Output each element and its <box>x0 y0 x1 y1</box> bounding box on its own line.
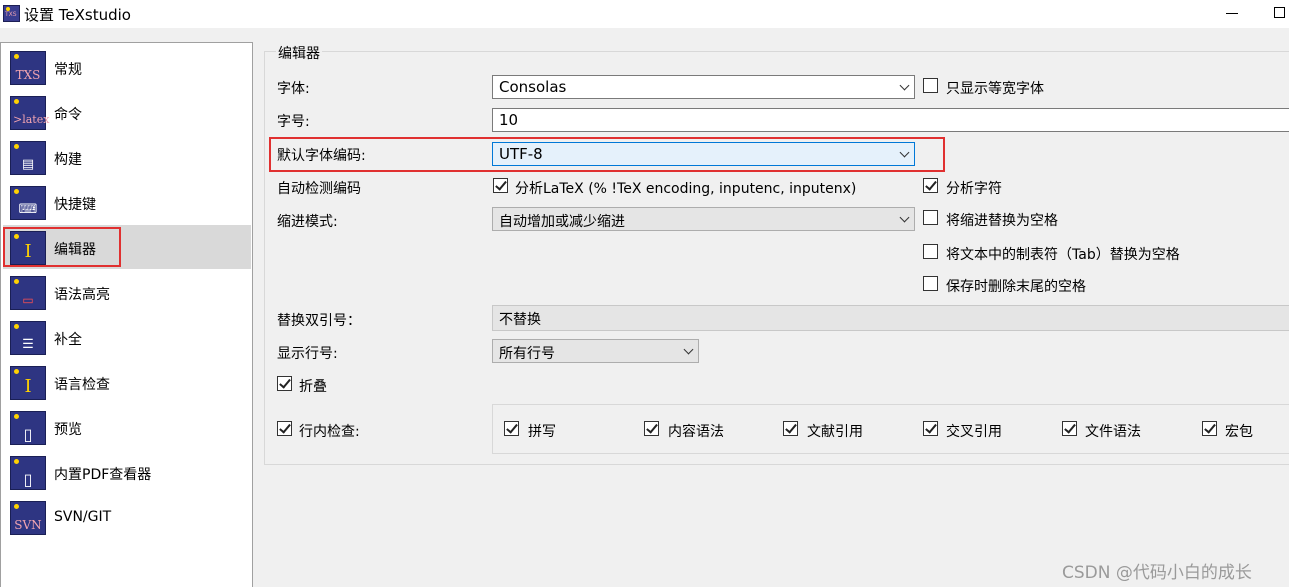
monospace-only-checkbox[interactable] <box>923 78 938 93</box>
svn-icon: SVN <box>10 501 46 535</box>
sidebar-item-commands[interactable]: >latex 命令 <box>3 90 251 134</box>
sidebar-item-label: 构建 <box>54 152 82 168</box>
sidebar-item-label: 内置PDF查看器 <box>54 467 152 483</box>
watermark-text: CSDN @代码小白的成长 <box>1062 563 1252 583</box>
title-bar: 设置 TeXstudio <box>0 0 1289 28</box>
completion-icon: ☰ <box>10 321 46 355</box>
inline-check-citation-checkbox[interactable] <box>783 421 798 436</box>
inline-check-label: 行内检查: <box>299 424 360 440</box>
sidebar-item-label: 预览 <box>54 422 82 438</box>
indent-to-space-checkbox[interactable] <box>923 210 938 225</box>
indent-to-space-label: 将缩进替换为空格 <box>946 213 1058 229</box>
language-check-icon: I <box>10 366 46 400</box>
minimize-button[interactable] <box>1226 13 1238 14</box>
pdf-viewer-icon: ▯ <box>10 456 46 490</box>
sidebar-item-label: 补全 <box>54 332 82 348</box>
show-line-numbers-value: 所有行号 <box>499 346 555 362</box>
inline-check-grammar-checkbox[interactable] <box>644 421 659 436</box>
font-select[interactable]: Consolas <box>492 75 915 99</box>
sidebar-item-label: 语法高亮 <box>54 287 110 303</box>
auto-detect-label: 自动检测编码 <box>277 181 361 197</box>
inline-check-checkbox[interactable] <box>277 421 292 436</box>
inline-check-syntax-checkbox[interactable] <box>1062 421 1077 436</box>
sidebar-item-svn-git[interactable]: SVN SVN/GIT <box>3 495 251 539</box>
analyze-latex-checkbox[interactable] <box>493 178 508 193</box>
inline-check-spelling-label: 拼写 <box>528 424 556 440</box>
replace-quotes-label: 替换双引号： <box>277 313 361 329</box>
analyze-chars-label: 分析字符 <box>946 181 1002 197</box>
inline-check-spelling-checkbox[interactable] <box>504 421 519 436</box>
latex-icon: >latex <box>10 96 49 130</box>
trim-trailing-label: 保存时删除末尾的空格 <box>946 279 1086 295</box>
font-label: 字体: <box>277 81 310 97</box>
keyboard-icon: ⌨ <box>10 186 46 220</box>
settings-category-list[interactable]: TXS 常规 >latex 命令 ▤ 构建 ⌨ 快捷键 I 编辑器 ▭ 语法高亮… <box>0 42 253 587</box>
tab-to-space-checkbox[interactable] <box>923 244 938 259</box>
sidebar-item-language-check[interactable]: I 语言检查 <box>3 360 251 404</box>
sidebar-item-build[interactable]: ▤ 构建 <box>3 135 251 179</box>
inline-check-options-box <box>492 404 1289 454</box>
sidebar-highlight-box <box>3 227 121 267</box>
font-size-label: 字号: <box>277 114 310 130</box>
tab-to-space-label: 将文本中的制表符（Tab）替换为空格 <box>946 247 1180 263</box>
font-select-value: Consolas <box>499 78 567 96</box>
inline-check-syntax-label: 文件语法 <box>1085 424 1141 440</box>
inline-check-grammar-label: 内容语法 <box>668 424 724 440</box>
sidebar-item-label: 快捷键 <box>54 197 96 213</box>
inline-check-package-label: 宏包 <box>1225 424 1253 440</box>
sidebar-item-preview[interactable]: ▯ 预览 <box>3 405 251 449</box>
indent-mode-label: 缩进模式: <box>277 214 338 230</box>
indent-mode-select[interactable]: 自动增加或减少缩进 <box>492 207 915 231</box>
inline-check-reference-checkbox[interactable] <box>923 421 938 436</box>
preview-icon: ▯ <box>10 411 46 445</box>
font-size-input[interactable]: 10 <box>492 108 1289 132</box>
chevron-down-icon <box>899 212 910 223</box>
texstudio-app-icon <box>3 5 20 22</box>
inline-check-package-checkbox[interactable] <box>1202 421 1217 436</box>
build-icon: ▤ <box>10 141 46 175</box>
chevron-down-icon <box>899 80 910 91</box>
sidebar-item-label: 常规 <box>54 62 82 78</box>
txs-icon: TXS <box>10 51 46 85</box>
sidebar-item-label: SVN/GIT <box>54 509 112 525</box>
encoding-highlight-box <box>269 137 945 172</box>
group-title: 编辑器 <box>276 43 322 63</box>
sidebar-item-pdf-viewer[interactable]: ▯ 内置PDF查看器 <box>3 450 251 494</box>
sidebar-item-label: 命令 <box>54 107 82 123</box>
sidebar-item-syntax-highlight[interactable]: ▭ 语法高亮 <box>3 270 251 314</box>
show-line-numbers-select[interactable]: 所有行号 <box>492 339 699 363</box>
sidebar-item-general[interactable]: TXS 常规 <box>3 45 251 89</box>
monospace-only-label: 只显示等宽字体 <box>946 81 1044 97</box>
folding-checkbox[interactable] <box>277 376 292 391</box>
indent-mode-value: 自动增加或减少缩进 <box>499 214 625 230</box>
show-line-numbers-label: 显示行号: <box>277 346 338 362</box>
sidebar-item-shortcuts[interactable]: ⌨ 快捷键 <box>3 180 251 224</box>
folding-label: 折叠 <box>299 379 327 395</box>
syntax-highlight-icon: ▭ <box>10 276 46 310</box>
analyze-chars-checkbox[interactable] <box>923 178 938 193</box>
window-title: 设置 TeXstudio <box>24 6 131 24</box>
sidebar-item-label: 语言检查 <box>54 377 110 393</box>
sidebar-item-completion[interactable]: ☰ 补全 <box>3 315 251 359</box>
analyze-latex-label: 分析LaTeX (% !TeX encoding, inputenc, inpu… <box>515 181 857 197</box>
maximize-button[interactable] <box>1274 7 1285 18</box>
inline-check-citation-label: 文献引用 <box>807 424 863 440</box>
inline-check-reference-label: 交叉引用 <box>946 424 1002 440</box>
chevron-down-icon <box>683 344 694 355</box>
replace-quotes-select[interactable]: 不替换 <box>492 305 1289 331</box>
trim-trailing-checkbox[interactable] <box>923 276 938 291</box>
